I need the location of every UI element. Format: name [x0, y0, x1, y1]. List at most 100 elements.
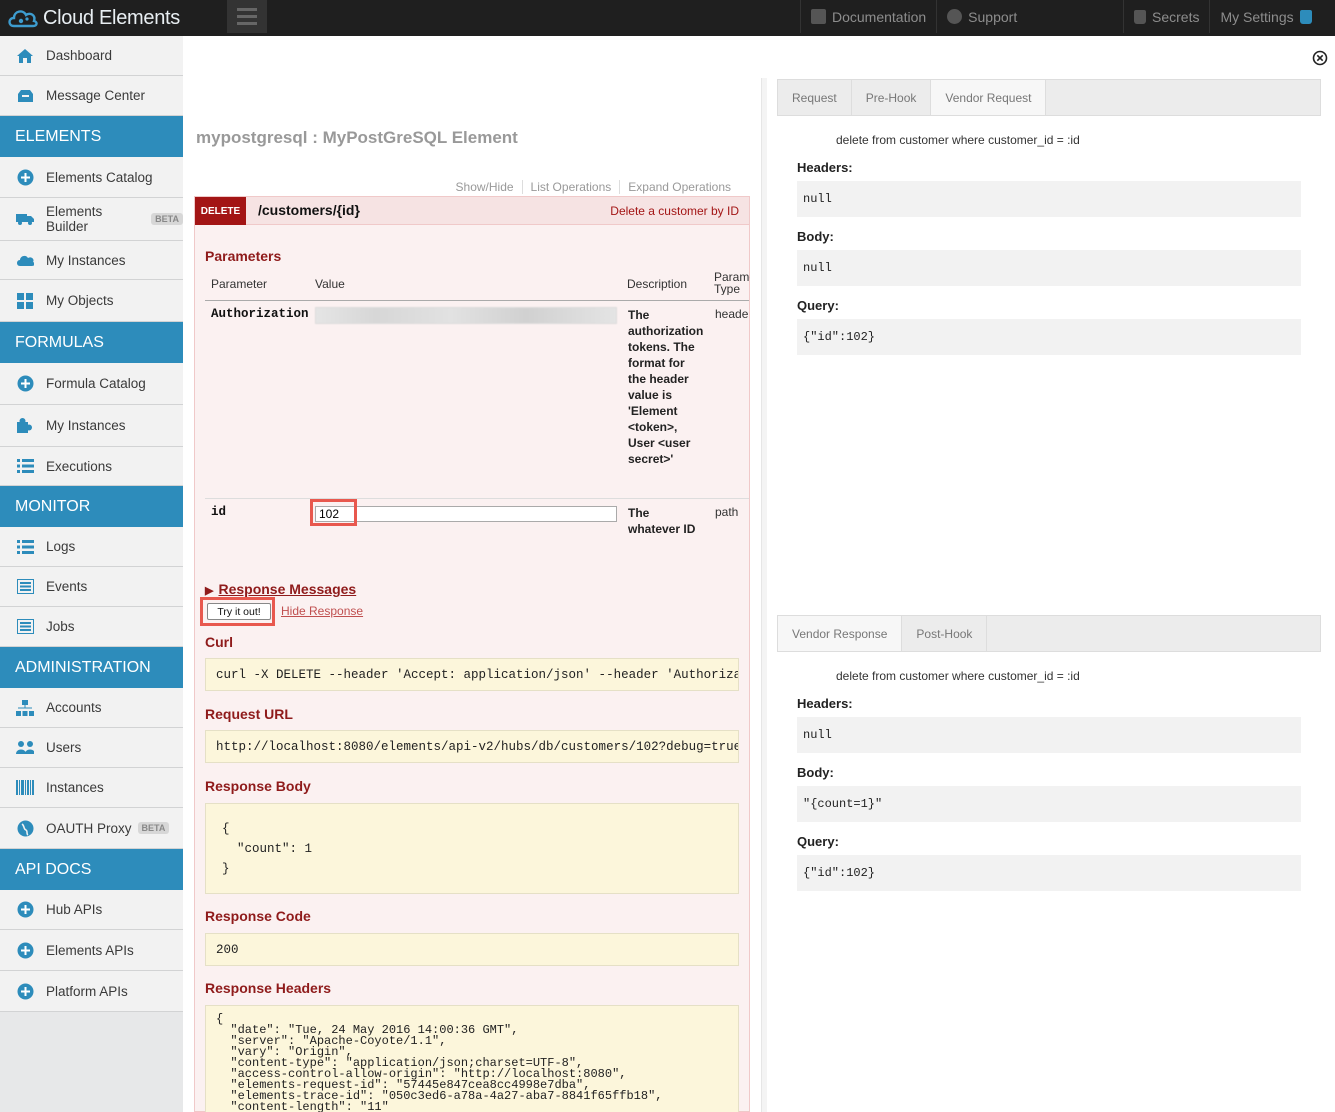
request-url: http://localhost:8080/elements/api-v2/hu…	[216, 740, 739, 754]
sidebar-item-instances[interactable]: Instances	[0, 768, 183, 808]
http-method-badge[interactable]: DELETE	[195, 197, 246, 225]
sidebar-item-label: Message Center	[46, 88, 146, 103]
sidebar-item-label: Instances	[46, 780, 104, 795]
documentation-link[interactable]: Documentation	[800, 0, 936, 33]
beta-badge: BETA	[137, 822, 170, 834]
cloud-icon	[16, 251, 34, 269]
support-icon	[947, 9, 963, 24]
curl-heading: Curl	[205, 634, 233, 650]
response-body-line: }	[222, 862, 230, 876]
truck-icon	[16, 210, 34, 228]
section-monitor: MONITOR	[0, 486, 183, 527]
operation-header[interactable]: DELETE /customers/{id} Delete a customer…	[195, 197, 749, 225]
show-hide-link[interactable]: Show/Hide	[448, 180, 522, 194]
sidebar-item-hub-apis[interactable]: Hub APIs	[0, 890, 183, 930]
section-administration: ADMINISTRATION	[0, 647, 183, 688]
menu-icon[interactable]	[227, 0, 267, 33]
sidebar-item-accounts[interactable]: Accounts	[0, 688, 183, 728]
top-bar: Cloud Elements Documentation Support Sec…	[0, 0, 1335, 36]
sidebar-item-label: Elements Catalog	[46, 169, 153, 185]
response-messages-toggle[interactable]: ▶ Response Messages	[205, 581, 356, 597]
sidebar-item-events[interactable]: Events	[0, 567, 183, 607]
list-operations-link[interactable]: List Operations	[521, 180, 620, 194]
operation-delete-customer: DELETE /customers/{id} Delete a customer…	[194, 196, 750, 1112]
response-body-value: "{count=1}"	[797, 786, 1301, 822]
id-value-input[interactable]	[315, 506, 617, 522]
section-api-docs: API DOCS	[0, 849, 183, 890]
list-icon	[16, 457, 34, 475]
brand-logo[interactable]: Cloud Elements	[6, 2, 180, 34]
sidebar-item-elements-apis[interactable]: Elements APIs	[0, 930, 183, 971]
response-headers-value: null	[797, 717, 1301, 753]
response-code-heading: Response Code	[205, 908, 311, 924]
triangle-right-icon: ▶	[205, 585, 214, 597]
curl-box[interactable]: curl -X DELETE --header 'Accept: applica…	[205, 658, 739, 691]
sidebar-item-oauth-proxy[interactable]: OAUTH Proxy BETA	[0, 808, 183, 849]
request-body-value: null	[797, 250, 1301, 286]
sidebar-item-platform-apis[interactable]: Platform APIs	[0, 971, 183, 1012]
response-headers-label: Headers:	[797, 696, 853, 711]
col-parameter: Parameter	[211, 277, 268, 291]
sidebar-item-formula-catalog[interactable]: Formula Catalog	[0, 363, 183, 405]
my-settings-link[interactable]: My Settings	[1209, 0, 1321, 33]
request-tabs: Request Pre-Hook Vendor Request	[777, 79, 1321, 116]
request-body-label: Body:	[797, 229, 834, 244]
row-divider	[205, 498, 749, 499]
sidebar-item-my-objects[interactable]: My Objects	[0, 280, 183, 322]
hide-response-link[interactable]: Hide Response	[281, 604, 363, 618]
sidebar-item-formula-instances[interactable]: My Instances	[0, 405, 183, 447]
response-code-box[interactable]: 200	[205, 933, 739, 966]
param-name-id: id	[211, 505, 227, 519]
plus-circle-icon	[16, 941, 34, 959]
desc-line: 'Element	[628, 404, 678, 418]
tab-pre-hook[interactable]: Pre-Hook	[852, 80, 932, 115]
sidebar-item-dashboard[interactable]: Dashboard	[0, 36, 183, 76]
top-nav-account: Secrets My Settings	[1123, 0, 1322, 33]
param-desc-id: The whatever ID	[628, 505, 710, 537]
sidebar-item-jobs[interactable]: Jobs	[0, 607, 183, 647]
sidebar-item-elements-builder[interactable]: Elements Builder BETA	[0, 198, 183, 241]
close-icon[interactable]	[1312, 50, 1328, 66]
param-type-id: path	[715, 505, 739, 519]
request-url-box[interactable]: http://localhost:8080/elements/api-v2/hu…	[205, 730, 739, 763]
response-sql: delete from customer where customer_id =…	[836, 669, 1080, 683]
sidebar-item-label: Dashboard	[46, 48, 113, 63]
sidebar-item-label: Elements APIs	[46, 942, 134, 958]
sidebar-item-label: My Instances	[46, 418, 126, 433]
operation-summary[interactable]: Delete a customer by ID	[610, 204, 739, 218]
panel-splitter[interactable]	[761, 78, 767, 1112]
tab-request[interactable]: Request	[778, 80, 852, 115]
sidebar-item-logs[interactable]: Logs	[0, 527, 183, 567]
response-headers-box[interactable]: { "date": "Tue, 24 May 2016 14:00:36 GMT…	[205, 1005, 739, 1112]
sidebar-item-message-center[interactable]: Message Center	[0, 76, 183, 116]
tab-post-hook[interactable]: Post-Hook	[902, 616, 988, 651]
support-link[interactable]: Support	[936, 0, 1027, 33]
page-title: mypostgresql : MyPostGreSQL Element	[196, 128, 518, 147]
highlight-id-input	[310, 499, 357, 526]
puzzle-icon	[16, 417, 34, 435]
users-icon	[16, 739, 34, 757]
secrets-label: Secrets	[1152, 8, 1200, 25]
authorization-value-input[interactable]	[315, 307, 617, 324]
sidebar: Dashboard Message Center ELEMENTS Elemen…	[0, 36, 183, 1112]
response-body-box[interactable]: { "count": 1 }	[205, 803, 739, 894]
settings-lock-icon	[1299, 9, 1312, 24]
operation-path[interactable]: /customers/{id}	[258, 202, 360, 218]
sidebar-item-elements-catalog[interactable]: Elements Catalog	[0, 157, 183, 198]
sidebar-item-executions[interactable]: Executions	[0, 447, 183, 486]
sidebar-item-label: Users	[46, 740, 82, 755]
col-description: Description	[627, 277, 688, 291]
secrets-link[interactable]: Secrets	[1123, 0, 1209, 33]
sidebar-item-my-instances[interactable]: My Instances	[0, 241, 183, 280]
sidebar-item-label: Executions	[46, 458, 113, 474]
tab-vendor-request[interactable]: Vendor Request	[931, 80, 1047, 115]
sidebar-item-users[interactable]: Users	[0, 728, 183, 768]
sidebar-item-label: My Objects	[46, 293, 114, 308]
expand-operations-link[interactable]: Expand Operations	[619, 180, 739, 194]
cloud-logo-icon	[8, 10, 38, 28]
list-alt-icon	[16, 618, 34, 636]
tab-vendor-response[interactable]: Vendor Response	[778, 616, 903, 651]
sidebar-item-label: Elements Builder	[46, 204, 103, 234]
beta-badge: BETA	[151, 213, 183, 225]
desc-line: authorization	[628, 324, 704, 338]
